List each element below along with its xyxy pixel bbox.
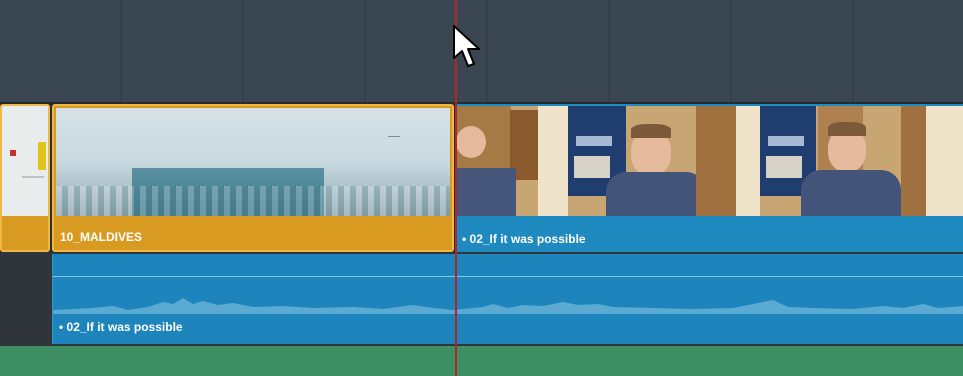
video-clip-maldives[interactable]: 10_MALDIVES: [52, 104, 454, 252]
audio-track-a1[interactable]: • 02_If it was possible: [0, 254, 963, 346]
timeline-panel[interactable]: 10_MALDIVES • 02_If it was possible • 02…: [0, 0, 963, 376]
clip-thumbnail: [56, 108, 450, 216]
video-track-v1[interactable]: 10_MALDIVES • 02_If it was possible: [0, 104, 963, 252]
audio-track-a2[interactable]: [0, 346, 963, 376]
clip-label: 10_MALDIVES: [60, 230, 143, 244]
audio-volume-line[interactable]: [53, 276, 963, 277]
clip-label: • 02_If it was possible: [462, 232, 586, 246]
video-clip-previous[interactable]: [0, 104, 50, 252]
audio-waveform: [53, 298, 963, 314]
video-clip-interview[interactable]: • 02_If it was possible: [456, 104, 963, 252]
mouse-pointer-icon: [453, 25, 480, 67]
clip-thumbnail: [2, 106, 48, 216]
audio-clip-label: • 02_If it was possible: [59, 320, 183, 334]
clip-thumbnail-strip: [456, 106, 963, 216]
audio-clip-interview[interactable]: • 02_If it was possible: [52, 254, 963, 344]
